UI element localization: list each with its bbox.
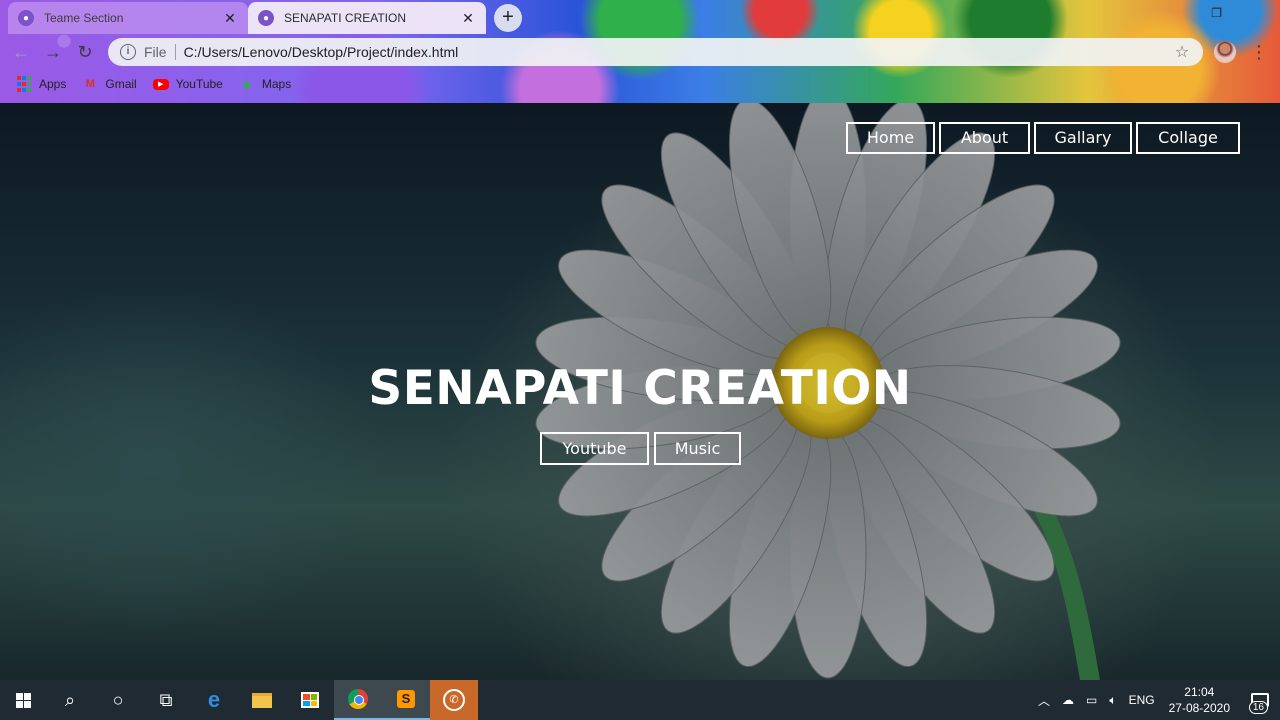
store-icon [301,692,319,708]
url-text[interactable]: C:/Users/Lenovo/Desktop/Project/index.ht… [184,44,1171,60]
apps-grid-icon [16,76,32,92]
divider [174,44,176,60]
close-icon[interactable]: ✕ [222,10,238,26]
volume-icon[interactable]: 🔈︎ [1109,693,1116,708]
scheme-label: File [144,44,167,60]
language-indicator[interactable]: ENG [1129,693,1155,707]
tab-strip: ● Teame Section ✕ ● SENAPATI CREATION ✕ … [0,0,1280,34]
bookmark-label: Maps [261,77,292,91]
sublime-icon: S [397,690,415,708]
hero-title: SENAPATI CREATION [368,361,912,416]
cortana-icon[interactable]: ○ [94,680,142,720]
start-button[interactable] [0,680,46,720]
bookmark-star-icon[interactable]: ☆ [1171,42,1193,62]
forward-arrow-icon[interactable]: → [37,36,69,68]
clock-date: 27-08-2020 [1168,701,1230,715]
kebab-menu-icon[interactable]: ⋮ [1250,39,1268,65]
clock[interactable]: 21:04 27-08-2020 [1169,684,1230,716]
tab-teame-section[interactable]: ● Teame Section ✕ [8,2,248,34]
chevron-up-icon[interactable]: ︿ [1038,692,1050,709]
chrome-icon [348,689,368,709]
onedrive-cloud-icon[interactable]: ☁ [1062,693,1074,707]
bookmark-label: Gmail [105,77,137,91]
restore-window-icon[interactable]: ❐ [1211,6,1222,20]
tab-title: Teame Section [44,11,124,25]
maps-icon: ◆ [242,78,252,91]
tab-senapati-creation[interactable]: ● SENAPATI CREATION ✕ [248,2,486,34]
folder-icon [252,692,272,708]
whatsapp-app-icon[interactable]: ✆ [430,680,478,720]
back-arrow-icon[interactable]: ← [5,36,37,68]
address-bar[interactable]: i File C:/Users/Lenovo/Desktop/Project/i… [108,38,1203,66]
file-explorer-app-icon[interactable] [238,680,286,720]
store-app-icon[interactable] [286,680,334,720]
globe-icon: ● [258,10,274,26]
whatsapp-icon: ✆ [443,689,465,711]
site-nav: Home About Gallary Collage [846,122,1240,154]
sublime-app-icon[interactable]: S [382,680,430,720]
bookmark-label: Apps [39,77,67,91]
edge-app-icon[interactable]: e [190,680,238,720]
browser-toolbar: ← → ↻ i File C:/Users/Lenovo/Desktop/Pro… [0,34,1280,70]
system-tray: ︿ ☁ ▭ 🔈︎ ENG 21:04 27-08-2020 16 [1032,680,1280,720]
nav-about-link[interactable]: About [939,122,1030,154]
bookmark-label: YouTube [175,77,223,91]
search-icon[interactable]: ⌕ [46,680,94,720]
task-view-icon[interactable]: ⧉ [142,680,190,720]
nav-home-link[interactable]: Home [846,122,935,154]
battery-icon[interactable]: ▭ [1086,693,1097,707]
windows-taskbar: ⌕ ○ ⧉ e S ✆ ︿ ☁ ▭ 🔈︎ ENG 21:04 27-08-202… [0,680,1280,720]
bookmark-youtube[interactable]: ▶ YouTube [152,77,223,91]
youtube-icon: ▶ [152,78,169,90]
tab-title: SENAPATI CREATION [284,11,407,25]
new-tab-button[interactable]: + [494,4,522,32]
globe-icon: ● [18,10,34,26]
gmail-icon: M [85,78,95,90]
windows-logo-icon [15,692,31,708]
bookmarks-bar: Apps M Gmail ▶ YouTube ◆ Maps [0,70,1280,98]
page-viewport: Home About Gallary Collage SENAPATI CREA… [0,103,1280,680]
bookmark-apps[interactable]: Apps [16,76,66,92]
browser-chrome: ● Teame Section ✕ ● SENAPATI CREATION ✕ … [0,0,1280,103]
bookmark-maps[interactable]: ◆ Maps [239,76,292,92]
info-icon[interactable]: i [120,44,136,60]
music-button[interactable]: Music [654,432,741,465]
chrome-app-icon[interactable] [334,680,382,720]
nav-collage-link[interactable]: Collage [1136,122,1240,154]
profile-avatar[interactable] [1214,41,1236,63]
notification-count: 16 [1248,701,1268,714]
reload-icon[interactable]: ↻ [69,36,101,68]
close-icon[interactable]: ✕ [460,10,476,26]
hero-buttons: Youtube Music [540,432,741,465]
bookmark-gmail[interactable]: M Gmail [82,76,137,92]
youtube-button[interactable]: Youtube [540,432,649,465]
nav-gallary-link[interactable]: Gallary [1034,122,1132,154]
action-center-button[interactable]: 16 [1240,680,1280,720]
clock-time: 21:04 [1184,685,1215,699]
edge-icon: e [207,687,221,712]
